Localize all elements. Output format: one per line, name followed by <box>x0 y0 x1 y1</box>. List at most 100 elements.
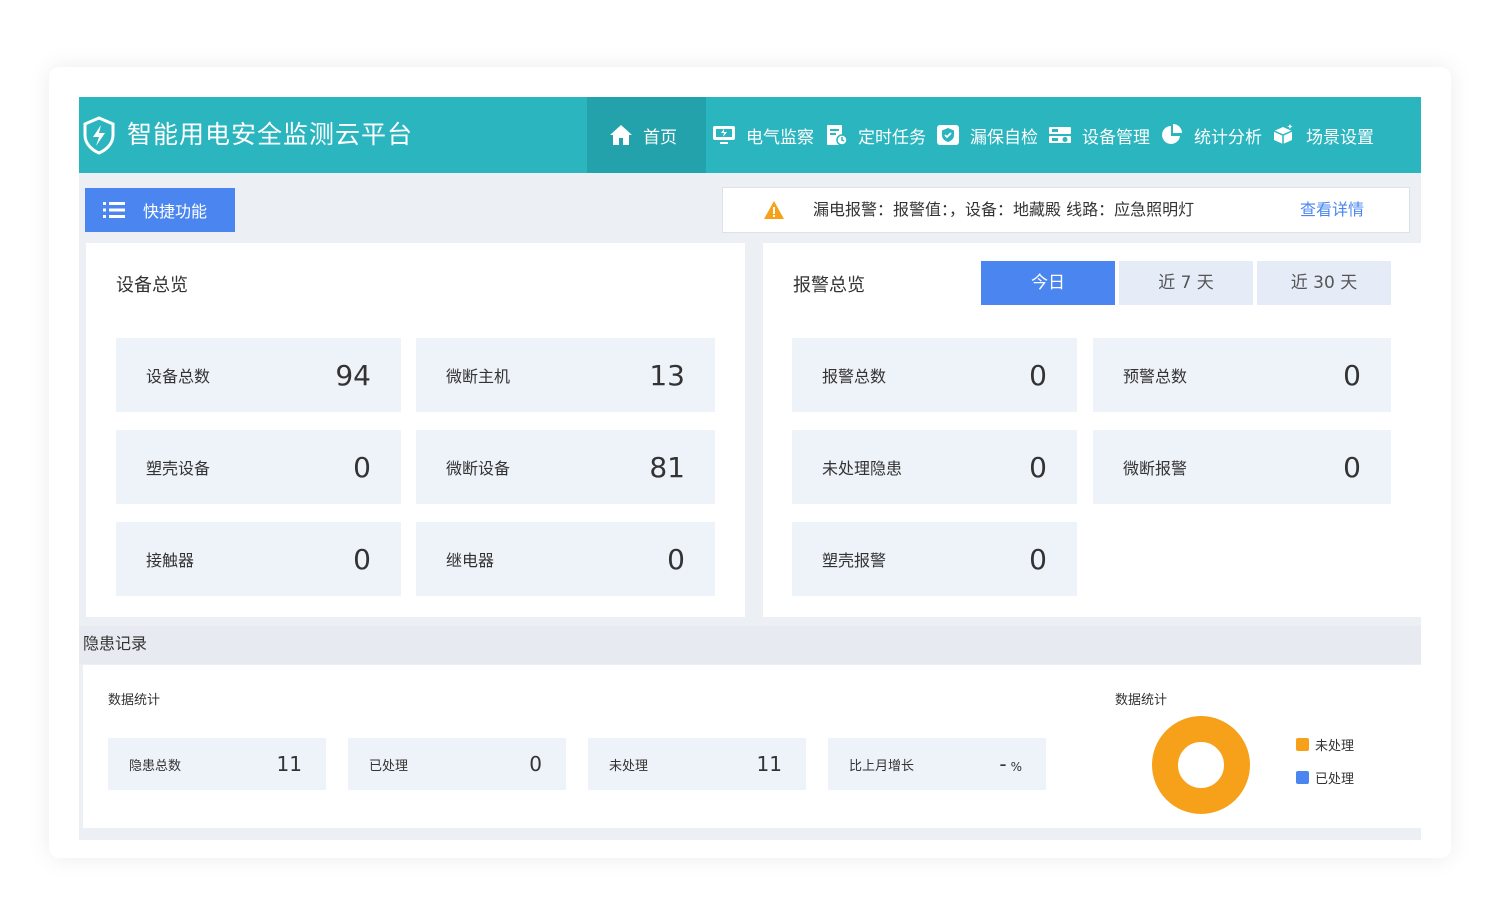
nav-scene-settings[interactable]: 场景设置 <box>1266 97 1374 173</box>
time-range-tabs: 今日 近 7 天 近 30 天 <box>981 261 1395 305</box>
stat-label: 继电器 <box>446 551 495 570</box>
home-icon <box>609 123 633 147</box>
nav-label: 场景设置 <box>1306 127 1374 148</box>
stat-card[interactable]: 塑壳设备 0 <box>116 430 401 504</box>
legend-item-processed[interactable]: 已处理 <box>1296 768 1355 787</box>
record-stat-card[interactable]: 比上月增长 -% <box>828 738 1046 790</box>
tab-last-30-days[interactable]: 近 30 天 <box>1257 261 1391 305</box>
record-stat-label: 未处理 <box>609 758 649 774</box>
alert-banner: 漏电报警：报警值：，设备：地藏殿 线路：应急照明灯 查看详情 <box>722 187 1410 233</box>
stat-label: 未处理隐患 <box>822 459 903 478</box>
platform-title: 智能用电安全监测云平台 <box>127 120 414 149</box>
nav-label: 电气监察 <box>746 127 814 148</box>
stat-value: 0 <box>1029 450 1047 484</box>
stat-value: 0 <box>353 450 371 484</box>
legend-label: 未处理 <box>1315 738 1355 754</box>
stat-label: 接触器 <box>146 551 195 570</box>
chart-subtitle: 数据统计 <box>1115 693 1168 708</box>
stat-card[interactable]: 微断报警 0 <box>1093 430 1391 504</box>
device-overview-title: 设备总览 <box>116 275 188 296</box>
records-donut-chart <box>1152 716 1250 814</box>
growth-unit: % <box>1010 760 1022 774</box>
stat-value: 94 <box>335 358 371 392</box>
quick-functions-label: 快捷功能 <box>143 202 208 221</box>
record-stat-label: 隐患总数 <box>129 758 182 774</box>
stat-card[interactable]: 未处理隐患 0 <box>792 430 1077 504</box>
record-stat-label: 已处理 <box>369 758 409 774</box>
quick-functions-button[interactable]: 快捷功能 <box>85 188 235 232</box>
nav-label: 定时任务 <box>858 127 926 148</box>
cube-icon <box>1272 123 1296 147</box>
stat-value: 0 <box>1029 358 1047 392</box>
stat-label: 报警总数 <box>822 367 887 386</box>
shield-bolt-logo-icon <box>83 116 115 155</box>
records-title: 隐患记录 <box>83 634 148 653</box>
list-icon <box>103 202 125 218</box>
record-stat-label: 比上月增长 <box>849 758 915 774</box>
device-grid-icon <box>1048 123 1072 147</box>
app-window: 智能用电安全监测云平台 首页 电气监察 定时任务 漏保自检 设备管理 统计分析 … <box>79 97 1421 840</box>
stat-card[interactable]: 继电器 0 <box>416 522 715 596</box>
warning-icon <box>764 201 784 219</box>
record-stat-value: 11 <box>276 752 302 776</box>
nav-scheduled-tasks[interactable]: 定时任务 <box>818 97 926 173</box>
stat-value: 0 <box>1343 450 1361 484</box>
stat-label: 设备总数 <box>146 367 211 386</box>
stat-card[interactable]: 设备总数 94 <box>116 338 401 412</box>
legend-label: 已处理 <box>1315 771 1355 787</box>
stat-value: 0 <box>1029 542 1047 576</box>
alarm-overview-title: 报警总览 <box>793 275 865 296</box>
legend-item-unprocessed[interactable]: 未处理 <box>1296 735 1355 754</box>
legend-swatch <box>1296 737 1309 751</box>
alert-message: 漏电报警：报警值：，设备：地藏殿 线路：应急照明灯 <box>813 200 1195 219</box>
stat-label: 微断主机 <box>446 367 511 386</box>
nav-leakage-selftest[interactable]: 漏保自检 <box>930 97 1038 173</box>
pie-chart-icon <box>1160 123 1184 147</box>
record-stat-value: -% <box>999 752 1022 776</box>
nav-label: 首页 <box>643 127 677 148</box>
nav-home[interactable]: 首页 <box>587 97 706 173</box>
stat-card[interactable]: 预警总数 0 <box>1093 338 1391 412</box>
record-stat-card[interactable]: 已处理 0 <box>348 738 566 790</box>
nav-label: 统计分析 <box>1194 127 1262 148</box>
record-stat-card[interactable]: 隐患总数 11 <box>108 738 326 790</box>
alarm-overview-panel: 报警总览 今日 近 7 天 近 30 天 报警总数 0 预警总数 0 未处理隐患… <box>763 243 1421 617</box>
donut-slice-0[interactable] <box>1152 716 1250 814</box>
stat-card[interactable]: 报警总数 0 <box>792 338 1077 412</box>
stat-label: 微断设备 <box>446 459 511 478</box>
record-stat-card[interactable]: 未处理 11 <box>588 738 806 790</box>
stat-card[interactable]: 接触器 0 <box>116 522 401 596</box>
nav-label: 漏保自检 <box>970 127 1038 148</box>
stat-label: 微断报警 <box>1123 459 1188 478</box>
main-nav: 首页 电气监察 定时任务 漏保自检 设备管理 统计分析 场景设置 <box>587 97 1378 173</box>
stat-value: 0 <box>353 542 371 576</box>
legend-swatch <box>1296 770 1309 784</box>
stat-label: 塑壳设备 <box>146 459 211 478</box>
record-stat-value: 0 <box>529 752 542 776</box>
stat-value: 0 <box>667 542 685 576</box>
stats-subtitle: 数据统计 <box>108 693 161 708</box>
nav-statistics[interactable]: 统计分析 <box>1154 97 1262 173</box>
stat-label: 预警总数 <box>1123 367 1188 386</box>
stat-label: 塑壳报警 <box>822 551 887 570</box>
stat-value: 13 <box>649 358 685 392</box>
top-header: 智能用电安全监测云平台 首页 电气监察 定时任务 漏保自检 设备管理 统计分析 … <box>79 97 1421 173</box>
monitor-icon <box>712 123 736 147</box>
clipboard-clock-icon <box>824 123 848 147</box>
stat-card[interactable]: 微断主机 13 <box>416 338 715 412</box>
record-stat-value: 11 <box>756 752 782 776</box>
stat-card[interactable]: 塑壳报警 0 <box>792 522 1077 596</box>
records-panel: 数据统计 隐患总数 11 已处理 0 未处理 11 比上月增长 -% 数据统计 … <box>83 665 1421 828</box>
view-details-link[interactable]: 查看详情 <box>1300 188 1364 232</box>
chart-legend: 未处理 已处理 <box>1296 735 1354 801</box>
stat-card[interactable]: 微断设备 81 <box>416 430 715 504</box>
tab-today[interactable]: 今日 <box>981 261 1115 305</box>
growth-value: - <box>999 752 1007 776</box>
tab-last-7-days[interactable]: 近 7 天 <box>1119 261 1253 305</box>
stat-value: 81 <box>649 450 685 484</box>
device-overview-panel: 设备总览 设备总数 94 微断主机 13 塑壳设备 0 微断设备 81 接触器 … <box>86 243 745 617</box>
nav-electrical-monitor[interactable]: 电气监察 <box>706 97 814 173</box>
records-header: 隐患记录 <box>79 626 1421 664</box>
stat-value: 0 <box>1343 358 1361 392</box>
nav-device-management[interactable]: 设备管理 <box>1042 97 1150 173</box>
